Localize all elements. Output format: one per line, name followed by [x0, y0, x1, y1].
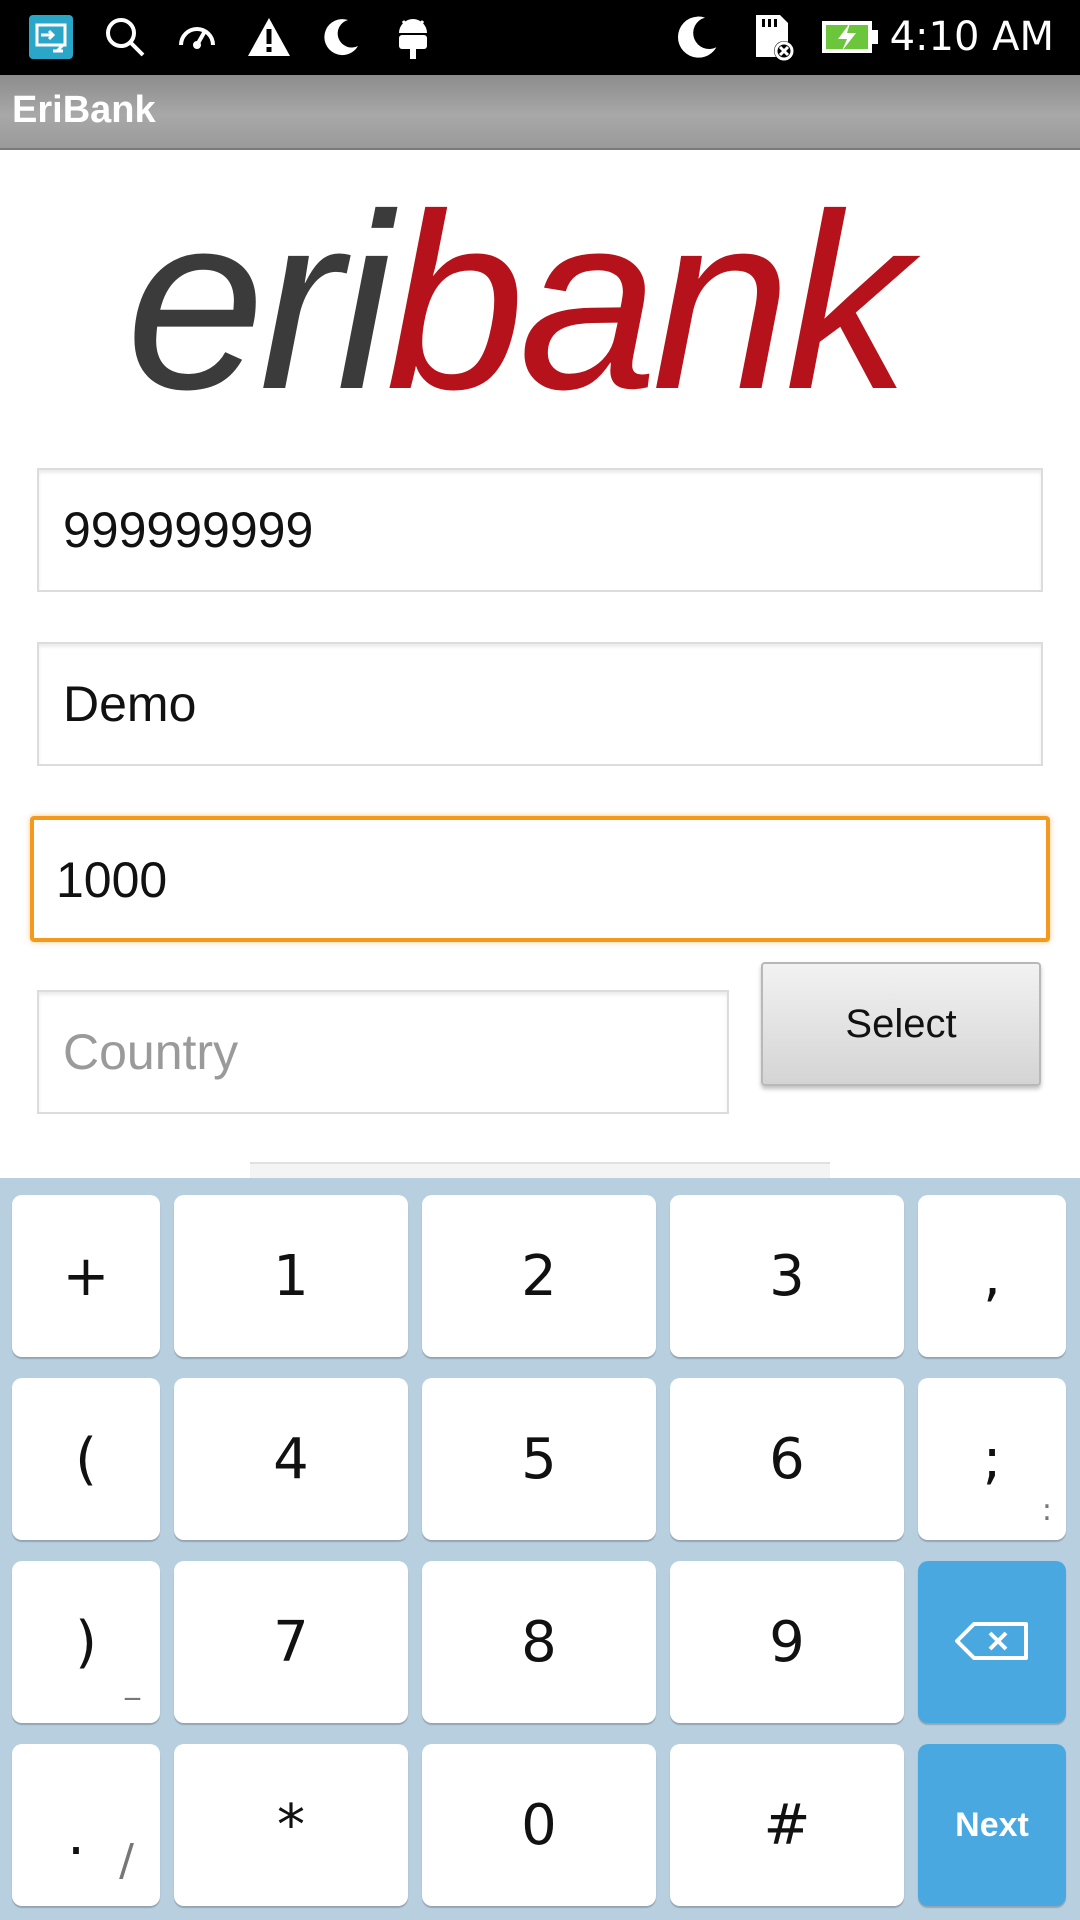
eribank-logo: eribank [126, 162, 956, 441]
key-hint: _ [125, 1666, 140, 1701]
key-hash[interactable]: # [670, 1744, 904, 1906]
key-period[interactable]: . / [12, 1744, 160, 1906]
country-field[interactable] [37, 990, 1003, 1114]
key-2[interactable]: 2 [422, 1195, 656, 1357]
key-plus[interactable]: + [12, 1195, 160, 1357]
key-5[interactable]: 5 [422, 1378, 656, 1540]
amount-input[interactable] [56, 820, 996, 940]
next-key[interactable]: Next [918, 1744, 1066, 1906]
key-semicolon[interactable]: ; : [918, 1378, 1066, 1540]
key-3[interactable]: 3 [670, 1195, 904, 1357]
moon-icon [672, 12, 722, 62]
key-6[interactable]: 6 [670, 1378, 904, 1540]
name-input[interactable] [63, 644, 1003, 764]
amount-field[interactable] [30, 816, 1050, 942]
phone-field[interactable] [37, 468, 1043, 592]
search-icon [100, 12, 150, 62]
app-title: EriBank [12, 89, 156, 131]
key-0[interactable]: 0 [422, 1744, 656, 1906]
key-4[interactable]: 4 [174, 1378, 408, 1540]
key-hint: : [1041, 1493, 1052, 1528]
key-close-paren[interactable]: ) _ [12, 1561, 160, 1723]
phone-input[interactable] [63, 470, 1003, 590]
speed-icon [172, 12, 222, 62]
status-time: 4:10 AM [889, 14, 1054, 60]
screen-mirror-icon [26, 12, 76, 62]
numeric-keyboard: + 1 2 3 , ( 4 5 6 ; : ) _ 7 8 9 . / * 0 … [0, 1178, 1080, 1920]
moon-icon [316, 12, 366, 62]
action-bar: EriBank [0, 75, 1080, 150]
key-hint: / [119, 1835, 134, 1886]
key-1[interactable]: 1 [174, 1195, 408, 1357]
battery-charging-icon [818, 12, 882, 62]
key-7[interactable]: 7 [174, 1561, 408, 1723]
select-button[interactable]: Select [761, 962, 1041, 1086]
status-bar: 4:10 AM [0, 0, 1080, 75]
key-8[interactable]: 8 [422, 1561, 656, 1723]
android-debug-icon [388, 12, 438, 62]
key-9[interactable]: 9 [670, 1561, 904, 1723]
key-comma[interactable]: , [918, 1195, 1066, 1357]
warning-icon [244, 12, 294, 62]
sd-card-error-icon [748, 12, 798, 62]
svg-text:eribank: eribank [126, 180, 921, 420]
key-asterisk[interactable]: * [174, 1744, 408, 1906]
backspace-icon [954, 1610, 1030, 1675]
key-open-paren[interactable]: ( [12, 1378, 160, 1540]
name-field[interactable] [37, 642, 1043, 766]
backspace-key[interactable] [918, 1561, 1066, 1723]
